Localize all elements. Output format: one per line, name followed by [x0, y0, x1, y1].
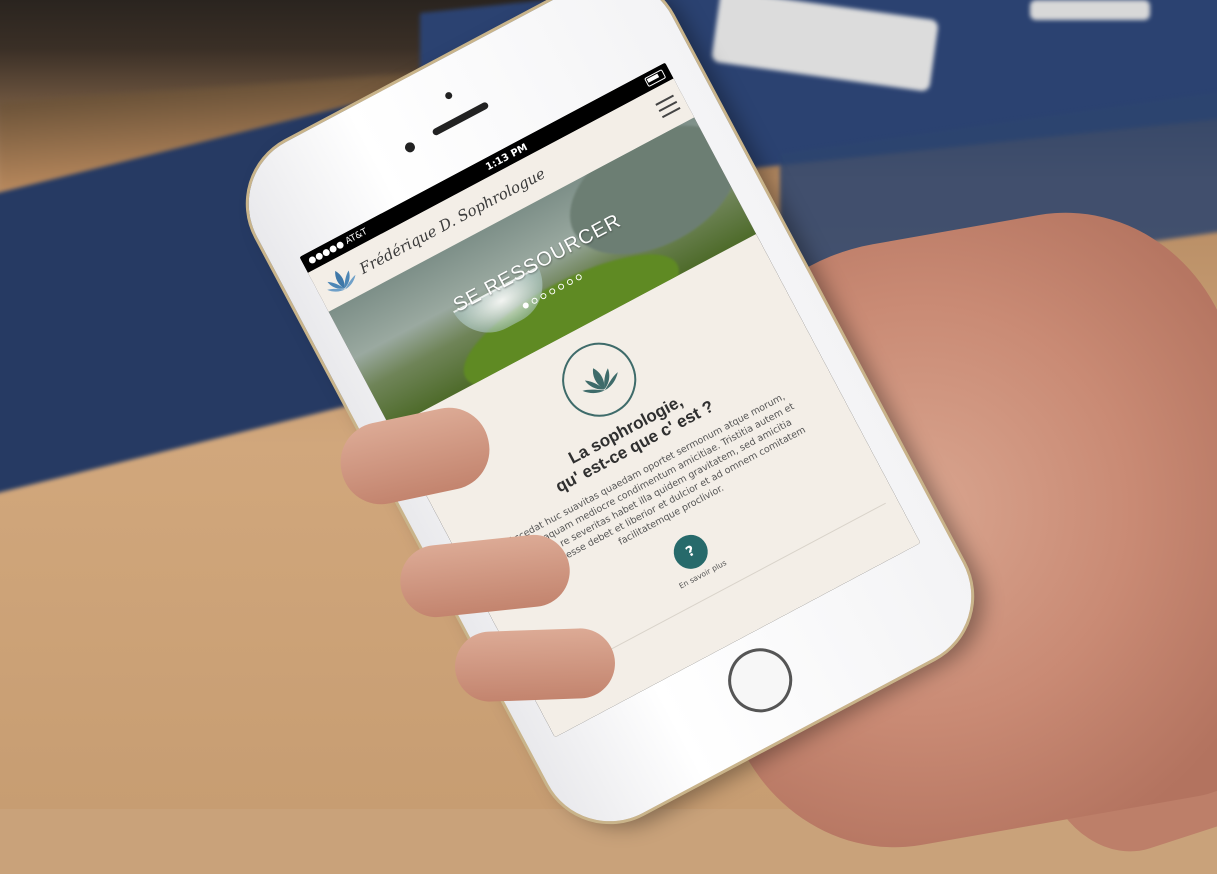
background-phone-2 — [1030, 0, 1150, 20]
finger-ring — [453, 627, 617, 703]
lotus-logo-icon[interactable] — [318, 259, 362, 301]
